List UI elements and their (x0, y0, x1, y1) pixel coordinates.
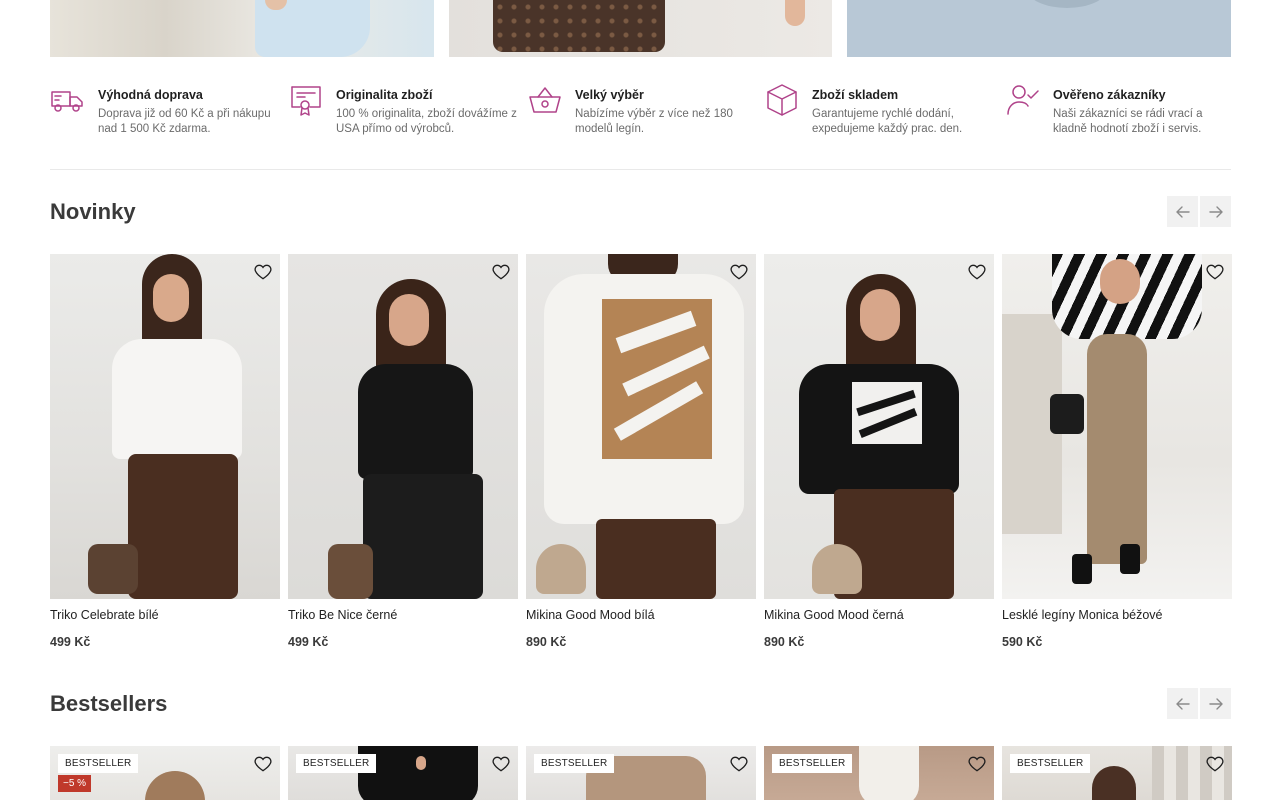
wishlist-heart-icon[interactable] (729, 754, 749, 774)
product-image[interactable] (764, 254, 994, 599)
carousel-prev-button[interactable] (1167, 196, 1198, 227)
arrow-left-icon (1175, 205, 1190, 218)
product-card[interactable]: Triko Celebrate bílé 499 Kč (50, 254, 280, 649)
benefit-stock: Zboží skladem Garantujeme rychlé dodání,… (764, 82, 962, 137)
benefit-desc: Naši zákazníci se rádi vrací a kladně hod… (1053, 108, 1203, 135)
product-image[interactable]: BESTSELLER (288, 746, 518, 800)
benefit-title: Velký výběr (575, 88, 644, 102)
product-image[interactable]: BESTSELLER (526, 746, 756, 800)
bestsellers-carousel-nav (1167, 688, 1231, 719)
wishlist-heart-icon[interactable] (491, 262, 511, 282)
truck-icon (50, 82, 86, 118)
product-name[interactable]: Lesklé legíny Monica béžové (1002, 608, 1232, 622)
promo-banner-3[interactable] (847, 0, 1232, 57)
product-image[interactable]: BESTSELLER (1002, 746, 1232, 800)
wishlist-heart-icon[interactable] (967, 754, 987, 774)
verified-user-icon (1005, 82, 1041, 118)
product-image[interactable] (288, 254, 518, 599)
product-image[interactable]: BESTSELLER (764, 746, 994, 800)
product-name[interactable]: Triko Celebrate bílé (50, 608, 280, 622)
bestsellers-product-list: BESTSELLER −5 % BESTSELLER BESTSELLER BE… (50, 746, 1232, 800)
product-card[interactable]: BESTSELLER (764, 746, 994, 800)
benefit-desc: Nabízíme výběr z více než 180 modelů legí… (575, 108, 733, 135)
basket-icon (527, 82, 563, 118)
benefit-verified: Ověřeno zákazníky Naši zákazníci se rádi… (1005, 82, 1203, 137)
bestseller-badge: BESTSELLER (58, 754, 139, 773)
section-title-bestsellers: Bestsellers (50, 691, 168, 716)
discount-badge: −5 % (58, 775, 92, 792)
product-price: 890 Kč (764, 635, 805, 649)
product-card[interactable]: BESTSELLER (526, 746, 756, 800)
wishlist-heart-icon[interactable] (729, 262, 749, 282)
product-card[interactable]: Triko Be Nice černé 499 Kč (288, 254, 518, 649)
product-price: 890 Kč (526, 635, 567, 649)
carousel-prev-button[interactable] (1167, 688, 1198, 719)
arrow-right-icon (1208, 205, 1223, 218)
product-image[interactable] (50, 254, 280, 599)
wishlist-heart-icon[interactable] (491, 754, 511, 774)
section-title-novinky: Novinky (50, 199, 136, 224)
promo-banner-2[interactable] (448, 0, 833, 57)
product-price: 499 Kč (288, 635, 329, 649)
product-image[interactable] (526, 254, 756, 599)
product-image[interactable] (1002, 254, 1232, 599)
product-price: 499 Kč (50, 635, 91, 649)
benefits-row: Výhodná doprava Doprava již od 60 Kč a p… (50, 82, 1231, 142)
promo-banners (50, 0, 1232, 57)
certificate-icon (288, 82, 324, 118)
benefit-shipping: Výhodná doprava Doprava již od 60 Kč a p… (50, 82, 271, 137)
product-card[interactable]: Mikina Good Mood černá 890 Kč (764, 254, 994, 649)
benefit-desc: Doprava již od 60 Kč a při nákupu nad 1 5… (98, 108, 271, 135)
product-card[interactable]: Mikina Good Mood bílá 890 Kč (526, 254, 756, 649)
product-card[interactable]: Lesklé legíny Monica béžové 590 Kč (1002, 254, 1232, 649)
benefit-title: Ověřeno zákazníky (1053, 88, 1166, 102)
promo-banner-1[interactable] (50, 0, 434, 57)
product-name[interactable]: Mikina Good Mood černá (764, 608, 994, 622)
wishlist-heart-icon[interactable] (253, 754, 273, 774)
product-card[interactable]: BESTSELLER (288, 746, 518, 800)
benefit-desc: Garantujeme rychlé dodání, expedujeme kaž… (812, 108, 963, 135)
bestseller-badge: BESTSELLER (534, 754, 615, 773)
bestseller-badge: BESTSELLER (772, 754, 853, 773)
product-price: 590 Kč (1002, 635, 1043, 649)
bestseller-badge: BESTSELLER (296, 754, 377, 773)
arrow-left-icon (1175, 697, 1190, 710)
bestseller-badge: BESTSELLER (1010, 754, 1091, 773)
product-card[interactable]: BESTSELLER (1002, 746, 1232, 800)
benefit-originality: Originalita zboží 100 % originalita, zbo… (288, 82, 517, 137)
benefit-selection: Velký výběr Nabízíme výběr z více než 18… (527, 82, 733, 137)
novinky-carousel-nav (1167, 196, 1231, 227)
wishlist-heart-icon[interactable] (253, 262, 273, 282)
product-name[interactable]: Triko Be Nice černé (288, 608, 518, 622)
benefit-title: Originalita zboží (336, 88, 433, 102)
product-image[interactable]: BESTSELLER −5 % (50, 746, 280, 800)
wishlist-heart-icon[interactable] (967, 262, 987, 282)
carousel-next-button[interactable] (1200, 196, 1231, 227)
benefit-title: Zboží skladem (812, 88, 899, 102)
arrow-right-icon (1208, 697, 1223, 710)
product-card[interactable]: BESTSELLER −5 % (50, 746, 280, 800)
carousel-next-button[interactable] (1200, 688, 1231, 719)
novinky-product-list: Triko Celebrate bílé 499 Kč Triko Be Nic… (50, 254, 1232, 649)
benefit-title: Výhodná doprava (98, 88, 203, 102)
product-name[interactable]: Mikina Good Mood bílá (526, 608, 756, 622)
wishlist-heart-icon[interactable] (1205, 754, 1225, 774)
wishlist-heart-icon[interactable] (1205, 262, 1225, 282)
benefit-desc: 100 % originalita, zboží dovážíme z USA p… (336, 108, 517, 135)
box-icon (764, 82, 800, 118)
divider (50, 169, 1231, 170)
